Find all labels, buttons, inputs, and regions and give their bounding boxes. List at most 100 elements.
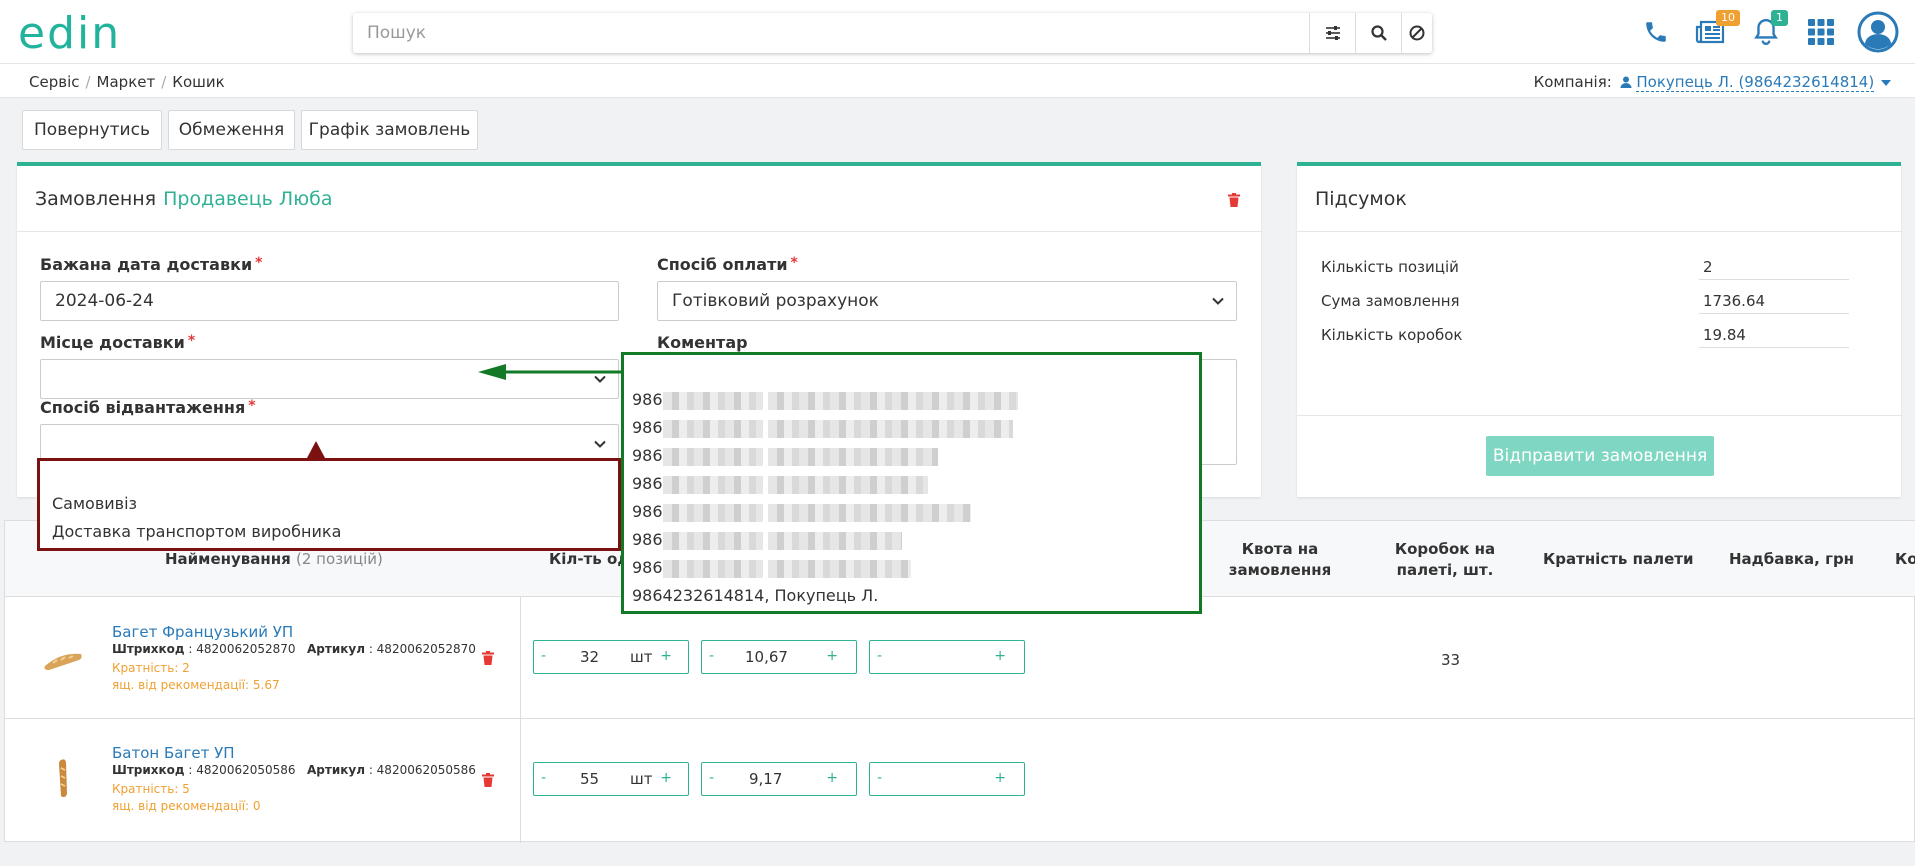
summary-divider <box>1297 415 1901 416</box>
price-stepper[interactable]: - 9,17 + <box>701 762 857 796</box>
delivery-date-field[interactable]: 2024-06-24 <box>40 281 619 321</box>
delivery-place-option[interactable]: 986 <box>632 474 928 494</box>
top-bar: edin Пошук 10 1 <box>0 0 1915 64</box>
boxes-per-pallet-value: 33 <box>1441 651 1461 669</box>
increment-button[interactable]: + <box>994 648 1006 664</box>
payment-method-label: Спосіб оплати * <box>657 255 798 274</box>
price-stepper[interactable]: - 10,67 + <box>701 640 857 674</box>
user-icon <box>1620 76 1632 88</box>
col-header-boxes-per-pallet[interactable]: Коробок на палеті, шт. <box>1370 539 1520 581</box>
increment-button[interactable]: + <box>660 770 672 786</box>
product-image-baguette[interactable] <box>41 636 85 680</box>
caret-down-icon[interactable] <box>1881 79 1891 87</box>
shipment-options-dropdown: Самовивіз Доставка транспортом виробника <box>37 458 621 551</box>
search-button[interactable] <box>1355 13 1401 53</box>
redacted-text <box>767 391 1018 410</box>
search-input[interactable] <box>353 13 1303 53</box>
increment-button[interactable]: + <box>826 770 838 786</box>
decrement-button[interactable]: - <box>877 648 882 664</box>
extra-stepper[interactable]: - + <box>869 640 1025 674</box>
product-image-baton[interactable] <box>41 756 85 800</box>
phone-button[interactable] <box>1636 12 1676 52</box>
payment-method-select[interactable]: Готівковий розрахунок <box>657 281 1237 321</box>
logo-text: edin <box>18 10 121 54</box>
product-recommendation: ящ. від рекомендації: 0 <box>112 799 261 813</box>
phone-icon <box>1646 22 1666 42</box>
increment-button[interactable]: + <box>660 648 672 664</box>
summary-boxes-label: Кількість коробок <box>1321 326 1463 344</box>
increment-button[interactable]: + <box>826 648 838 664</box>
delivery-place-option[interactable]: 986 <box>632 418 1013 438</box>
breadcrumb-service[interactable]: Сервіс <box>29 73 79 91</box>
product-name-link[interactable]: Багет Французький УП <box>112 623 293 641</box>
redacted-text <box>767 419 1013 438</box>
decrement-button[interactable]: - <box>541 648 546 664</box>
delete-order-icon[interactable] <box>1227 193 1241 207</box>
increment-button[interactable]: + <box>994 770 1006 786</box>
edin-logo[interactable]: edin <box>18 10 160 54</box>
grid-icon <box>1808 19 1834 45</box>
col-header-quota[interactable]: Квота на замовлення <box>1220 539 1340 581</box>
breadcrumb-cart: Кошик <box>172 73 225 91</box>
search-icon <box>1370 25 1387 41</box>
breadcrumb-bar: Сервіс / Маркет / Кошик Компанія: Покупе… <box>0 64 1915 98</box>
quantity-unit: шт <box>630 770 653 788</box>
delivery-place-option[interactable]: 986 <box>632 446 938 466</box>
company-label: Компанія: <box>1533 73 1612 91</box>
breadcrumb: Сервіс / Маркет / Кошик <box>29 73 225 91</box>
product-multiplicity: Кратність: 2 <box>112 661 190 675</box>
price-value[interactable]: 10,67 <box>745 648 788 666</box>
decrement-button[interactable]: - <box>541 770 546 786</box>
shipment-option-pickup[interactable]: Самовивіз <box>52 494 137 513</box>
apps-button[interactable] <box>1801 12 1841 52</box>
delivery-place-option[interactable]: 986 <box>632 502 971 522</box>
extra-stepper[interactable]: - + <box>869 762 1025 796</box>
clear-search-button[interactable] <box>1401 13 1432 53</box>
product-recommendation: ящ. від рекомендації: 5.67 <box>112 678 280 692</box>
user-avatar-icon <box>1857 11 1899 53</box>
notifications-button[interactable]: 1 <box>1746 10 1788 52</box>
delivery-place-option[interactable]: 986 <box>632 390 1018 410</box>
col-header-code[interactable]: Ко <box>1895 549 1915 570</box>
product-name-link[interactable]: Батон Багет УП <box>112 744 235 762</box>
delivery-date-label: Бажана дата доставки * <box>40 255 263 274</box>
quantity-stepper[interactable]: - 32 шт + <box>533 640 689 674</box>
delivery-place-option[interactable]: 986 <box>632 558 911 578</box>
col-header-surcharge[interactable]: Надбавка, грн <box>1729 549 1854 570</box>
redacted-text <box>662 391 763 410</box>
seller-name[interactable]: Продавець Люба <box>163 188 332 210</box>
back-button[interactable]: Повернутись <box>22 110 162 150</box>
order-title: Замовлення <box>35 187 157 210</box>
col-header-pallet-multiplicity[interactable]: Кратність палети <box>1543 549 1693 570</box>
col-header-name[interactable]: Найменування (2 позицій) <box>165 549 383 570</box>
order-schedule-button[interactable]: Графік замовлень <box>301 110 478 150</box>
delete-row-icon[interactable] <box>481 773 495 787</box>
quantity-stepper[interactable]: - 55 шт + <box>533 762 689 796</box>
shipment-method-label: Спосіб відвантаження * <box>40 398 256 417</box>
decrement-button[interactable]: - <box>709 770 714 786</box>
limits-button[interactable]: Обмеження <box>168 110 295 150</box>
user-avatar-button[interactable] <box>1856 10 1900 54</box>
delivery-places-dropdown: 986 986 986 986 986 986 986 986423261481… <box>621 352 1202 614</box>
delivery-place-option[interactable]: 9864232614814, Покупець Л. <box>632 586 878 605</box>
breadcrumb-market[interactable]: Маркет <box>97 73 156 91</box>
news-badge: 10 <box>1716 10 1740 26</box>
decrement-button[interactable]: - <box>877 770 882 786</box>
decrement-button[interactable]: - <box>709 648 714 664</box>
redacted-text <box>662 475 763 494</box>
price-value[interactable]: 9,17 <box>749 770 782 788</box>
redacted-text <box>662 559 763 578</box>
redacted-text <box>767 503 971 522</box>
quantity-value[interactable]: 55 <box>580 770 599 788</box>
product-codes: Штрихкод : 4820062050586 Артикул : 48200… <box>112 763 476 777</box>
quantity-value[interactable]: 32 <box>580 648 599 666</box>
delivery-place-option[interactable]: 986 <box>632 530 902 550</box>
summary-positions-label: Кількість позицій <box>1321 258 1459 276</box>
shipment-option-manufacturer-delivery[interactable]: Доставка транспортом виробника <box>52 522 341 541</box>
news-button[interactable]: 10 <box>1690 10 1740 52</box>
company-dropdown[interactable]: Покупець Л. (9864232614814) <box>1636 73 1875 92</box>
delete-row-icon[interactable] <box>481 651 495 665</box>
send-order-button[interactable]: Відправити замовлення <box>1486 436 1714 476</box>
summary-total-value: 1736.64 <box>1699 292 1849 314</box>
filter-button[interactable] <box>1309 13 1355 53</box>
